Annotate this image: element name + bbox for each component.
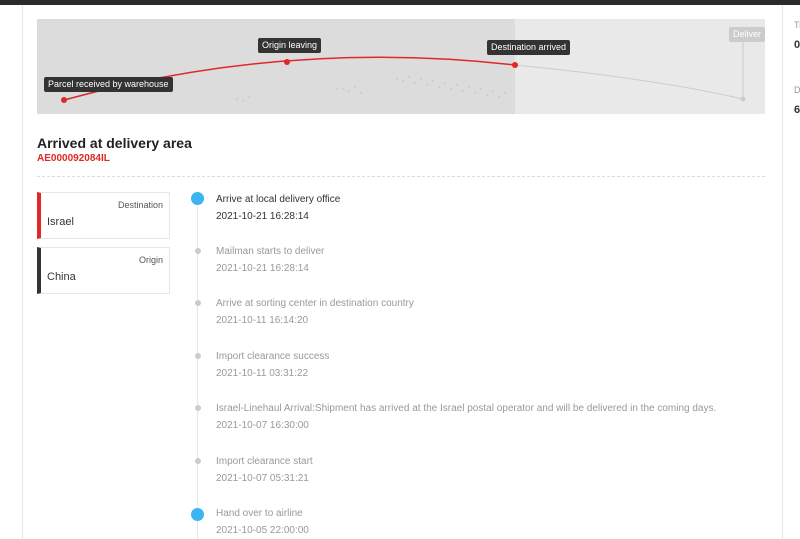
timeline-event: Mailman starts to deliver 2021-10-21 16:…: [216, 246, 324, 274]
timeline-event: Israel-Linehaul Arrival:Shipment has arr…: [216, 403, 716, 431]
top-bar: [0, 0, 800, 5]
origin-role: Origin: [138, 255, 163, 265]
event-time: 2021-10-21 16:28:14: [216, 211, 309, 222]
left-divider: [22, 5, 23, 539]
pin-origin-label: Origin leaving: [258, 38, 322, 53]
origin-card: Origin China: [37, 247, 170, 294]
event-title: Arrive at sorting center in destination …: [216, 298, 414, 309]
timeline-dot: [195, 458, 201, 464]
timeline-dot-milestone: [191, 508, 204, 521]
event-time: 2021-10-07 05:31:21: [216, 473, 309, 484]
event-title: Import clearance success: [216, 351, 330, 362]
destination-country: Israel: [47, 216, 74, 228]
event-title: Arrive at local delivery office: [216, 194, 341, 205]
event-title: Mailman starts to deliver: [216, 246, 325, 257]
event-title: Hand over to airline: [216, 508, 303, 519]
origin-country: China: [47, 271, 76, 283]
event-time: 2021-10-11 03:31:22: [216, 368, 309, 379]
pin-delivered-label: Deliver: [729, 27, 765, 42]
pin-received-label: Parcel received by warehouse: [44, 77, 173, 92]
event-time: 2021-10-07 16:30:00: [216, 420, 309, 431]
status-title: Arrived at delivery area: [37, 135, 192, 151]
pin-origin-dot: [284, 59, 290, 65]
destination-role: Destination: [117, 200, 163, 210]
pin-destination-dot: [512, 62, 518, 68]
pin-delivered-dot: [740, 96, 746, 102]
section-divider: [37, 176, 765, 177]
tracking-number[interactable]: AE000092084IL: [37, 153, 110, 164]
summary-value-2: 6: [794, 104, 800, 116]
timeline-event: Import clearance success 2021-10-11 03:3…: [216, 351, 329, 379]
route-path: [61, 41, 746, 103]
event-time: 2021-10-05 22:00:00: [216, 525, 309, 536]
timeline-dot: [195, 300, 201, 306]
event-title: Israel-Linehaul Arrival:Shipment has arr…: [216, 403, 717, 414]
destination-card: Destination Israel: [37, 192, 170, 239]
event-title: Import clearance start: [216, 456, 313, 467]
timeline-event: Arrive at sorting center in destination …: [216, 298, 414, 326]
pin-destination-label: Destination arrived: [487, 40, 571, 55]
summary-label-2: D: [794, 85, 800, 95]
timeline-dot: [195, 405, 201, 411]
world-dots: [235, 75, 507, 103]
timeline-event: Arrive at local delivery office 2021-10-…: [216, 194, 340, 222]
timeline-dot: [195, 248, 201, 254]
timeline-dot-active: [191, 192, 204, 205]
right-summary-panel: Tr 0 D 6: [782, 5, 800, 539]
pin-received-dot: [61, 97, 67, 103]
event-time: 2021-10-11 16:14:20: [216, 315, 309, 326]
summary-label-1: Tr: [794, 20, 800, 30]
timeline-event: Import clearance start 2021-10-07 05:31:…: [216, 456, 313, 484]
timeline-event: Hand over to airline 2021-10-05 22:00:00: [216, 508, 309, 536]
summary-value-1: 0: [794, 39, 800, 51]
timeline-dot: [195, 353, 201, 359]
event-time: 2021-10-21 16:28:14: [216, 263, 309, 274]
route-map: Parcel received by warehouse Origin leav…: [37, 19, 765, 114]
